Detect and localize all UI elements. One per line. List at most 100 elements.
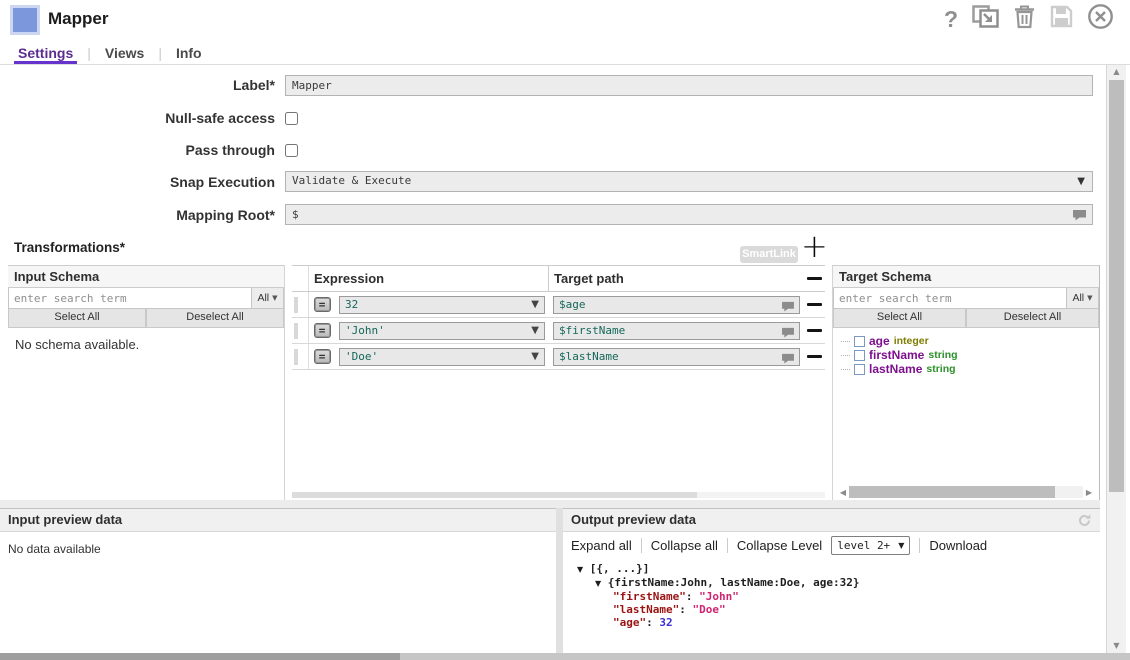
target-schema-deselect-all-button[interactable]: Deselect All [966,309,1099,328]
tab-settings[interactable]: Settings [14,45,77,64]
field-name: lastName [869,362,922,376]
expression-toggle-button[interactable]: = [314,323,331,338]
scrollbar-thumb[interactable] [1109,80,1124,492]
table-header-row: Expression Target path [292,265,825,292]
expression-toggle-button[interactable]: = [314,297,331,312]
transformations-label: Transformations* [14,240,125,255]
json-key: "lastName" [613,603,679,616]
delete-icon[interactable] [1013,4,1036,34]
scroll-right-icon[interactable]: ▶ [1083,488,1095,497]
tab-info[interactable]: Info [172,45,206,64]
suggest-bubble-icon[interactable] [781,325,795,343]
remove-row-button[interactable] [807,329,822,332]
json-root-line: ▼ [{, ...}] [571,563,1100,576]
remove-row-button[interactable] [807,303,822,306]
transformations-table: Expression Target path = ▼ = ▼ [292,265,825,500]
table-row: = ▼ [292,344,825,370]
collapse-all-button[interactable]: Collapse all [651,538,718,553]
tab-views[interactable]: Views [101,45,148,64]
smartlink-button[interactable]: SmartLink [740,246,798,263]
remove-row-button[interactable] [807,277,822,280]
json-root-text: [{, ...}] [590,562,650,575]
json-colon: : [679,603,692,616]
add-row-button[interactable]: + [801,230,828,262]
output-preview-panel: Output preview data Expand all Collapse … [563,508,1100,653]
remove-row-button[interactable] [807,355,822,358]
scroll-down-icon[interactable]: ▼ [1107,639,1126,653]
target-schema-select-all-button[interactable]: Select All [833,309,966,328]
mapping-root-label: Mapping Root* [14,207,275,223]
main-vertical-scrollbar[interactable]: ▲ ▼ [1106,65,1126,653]
json-string-value: "John" [699,590,739,603]
scrollbar-track[interactable] [849,486,1083,498]
collapse-node-icon[interactable]: ▼ [595,579,601,588]
target-schema-title: Target Schema [833,265,1099,288]
scrollbar-thumb[interactable] [0,653,400,660]
target-schema-panel: Target Schema All ▼ Select All Deselect … [832,265,1100,505]
table-horizontal-scrollbar[interactable] [292,492,825,498]
field-checkbox[interactable] [854,336,865,347]
pass-through-checkbox[interactable] [285,144,298,157]
help-icon[interactable]: ? [944,6,958,32]
row-drag-handle[interactable] [292,344,309,369]
expression-input[interactable] [339,296,545,314]
chevron-down-icon: ▼ [898,541,904,550]
mapper-settings-dialog: Mapper ? [0,0,1130,660]
expand-all-button[interactable]: Expand all [571,538,632,553]
expression-input[interactable] [339,322,545,340]
target-path-input[interactable] [553,296,800,314]
save-icon[interactable] [1050,5,1073,33]
snap-execution-select[interactable]: Validate & Execute ▼ [285,171,1093,192]
scroll-left-icon[interactable]: ◀ [837,488,849,497]
download-button[interactable]: Download [929,538,987,553]
expression-toggle-button[interactable]: = [314,349,331,364]
label-input[interactable] [285,75,1093,96]
snap-execution-label: Snap Execution [14,174,275,190]
scroll-up-icon[interactable]: ▲ [1107,65,1126,79]
target-schema-horizontal-scrollbar[interactable]: ◀ ▶ [837,485,1095,499]
snap-execution-value: Validate & Execute [292,174,411,187]
target-path-input[interactable] [553,322,800,340]
input-schema-panel: Input Schema All ▼ Select All Deselect A… [8,265,285,500]
target-path-input[interactable] [553,348,800,366]
input-schema-select-all-button[interactable]: Select All [8,309,146,328]
suggest-bubble-icon[interactable] [781,351,795,369]
field-checkbox[interactable] [854,350,865,361]
null-safe-checkbox[interactable] [285,112,298,125]
json-object-line: ▼ {firstName:John, lastName:Doe, age:32} [571,577,1100,590]
collapse-node-icon[interactable]: ▼ [577,565,583,574]
scrollbar-thumb[interactable] [849,486,1055,498]
collapse-level-select[interactable]: level 2+ ▼ [831,536,910,555]
row-drag-handle[interactable] [292,318,309,343]
tab-separator: | [158,45,162,64]
target-schema-search-input[interactable] [833,288,1067,309]
suggest-bubble-icon[interactable] [781,299,795,317]
input-schema-select-row: Select All Deselect All [8,309,284,328]
input-schema-search-row: All ▼ [8,288,284,309]
filter-value: All [1072,292,1084,304]
suggest-bubble-icon[interactable] [1072,208,1087,226]
refresh-icon[interactable] [1077,513,1092,535]
snap-type-icon [10,5,40,35]
close-icon[interactable] [1087,3,1114,35]
input-preview-panel: Input preview data No data available [0,508,556,653]
window-horizontal-scrollbar[interactable] [0,653,1130,660]
field-checkbox[interactable] [854,364,865,375]
target-schema-filter-dropdown[interactable]: All ▼ [1067,288,1099,309]
input-schema-filter-dropdown[interactable]: All ▼ [252,288,284,309]
json-number-value: 32 [659,616,672,629]
target-path-column-header: Target path [549,266,804,291]
popout-icon[interactable] [972,5,999,33]
field-type: integer [894,335,929,347]
field-name: firstName [869,348,924,362]
field-name: age [869,334,890,348]
chevron-down-icon: ▼ [272,294,277,302]
input-schema-search-input[interactable] [8,288,252,309]
input-schema-deselect-all-button[interactable]: Deselect All [146,309,284,328]
chevron-down-icon: ▼ [1077,176,1085,187]
tab-bar: Settings | Views | Info [0,42,1130,65]
row-drag-handle[interactable] [292,292,309,317]
expression-input[interactable] [339,348,545,366]
label-field-label: Label* [14,77,275,93]
mapping-root-input[interactable] [285,204,1093,225]
